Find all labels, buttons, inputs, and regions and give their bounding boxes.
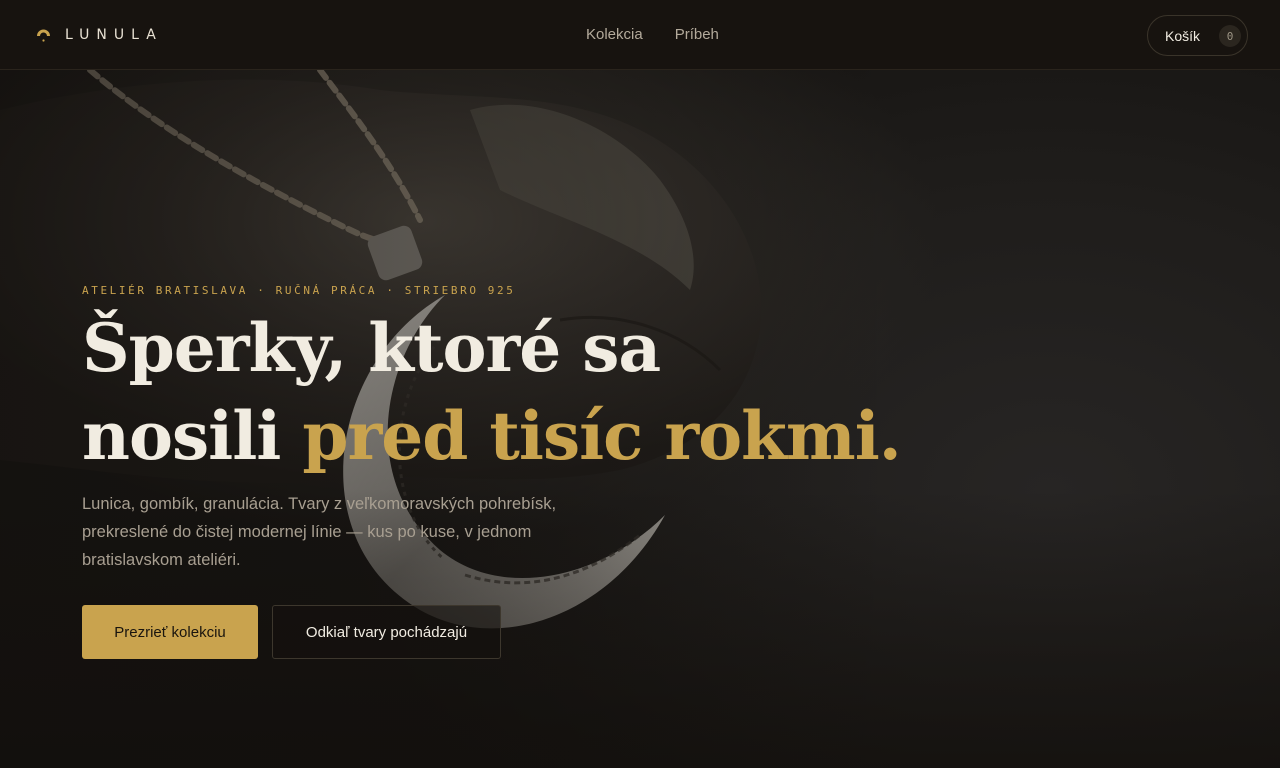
brand-logo[interactable]: LUNULA	[36, 26, 163, 44]
hero-headline: Šperky, ktoré sa nosili pred tisíc rokmi…	[82, 304, 982, 480]
headline-line-2: nosili pred tisíc rokmi.	[82, 392, 982, 480]
cart-count-badge: 0	[1219, 25, 1241, 47]
headline-line-2-plain: nosili	[82, 397, 303, 475]
view-collection-button[interactable]: Prezrieť kolekciu	[82, 605, 258, 659]
origins-button[interactable]: Odkiaľ tvary pochádzajú	[272, 605, 501, 659]
cart-button[interactable]: Košík 0	[1147, 15, 1248, 56]
hero-eyebrow: ATELIÉR BRATISLAVA · RUČNÁ PRÁCA · STRIE…	[82, 284, 516, 297]
crescent-moon-icon	[37, 29, 50, 42]
brand-name: LUNULA	[65, 27, 163, 43]
cart-label: Košík	[1165, 27, 1201, 44]
nav-link-kolekcia[interactable]: Kolekcia	[586, 26, 643, 44]
nav-link-pribeh[interactable]: Príbeh	[675, 26, 719, 44]
main-nav: Kolekcia Príbeh	[586, 26, 719, 44]
headline-accent: pred tisíc rokmi.	[302, 397, 901, 475]
site-header: LUNULA Kolekcia Príbeh Košík 0	[0, 0, 1280, 70]
hero-lede: Lunica, gombík, granulácia. Tvary z veľk…	[82, 495, 557, 569]
headline-line-1: Šperky, ktoré sa	[82, 309, 661, 387]
